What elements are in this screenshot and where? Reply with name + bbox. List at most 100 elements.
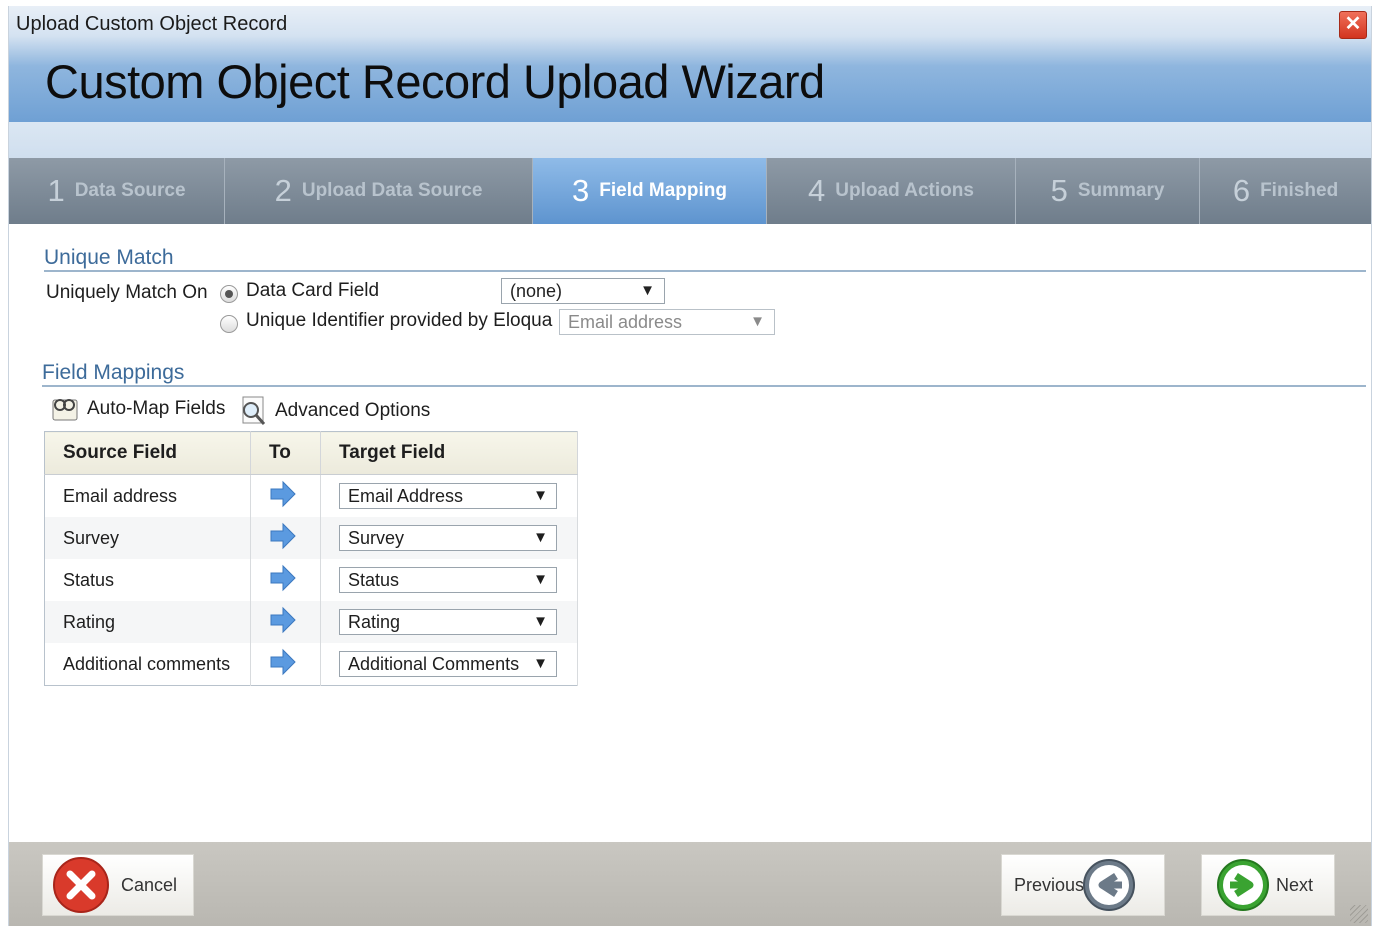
step-label: Upload Data Source bbox=[301, 180, 483, 201]
step-number: 5 bbox=[1050, 173, 1068, 208]
title-subband bbox=[9, 122, 1371, 160]
mapping-arrow-cell bbox=[250, 601, 321, 643]
target-field-cell: Status ▼ bbox=[320, 559, 578, 601]
table-row: Status Status ▼ bbox=[44, 559, 578, 601]
table-row: Email address Email Address ▼ bbox=[44, 474, 578, 517]
target-field-select[interactable]: Rating ▼ bbox=[339, 609, 557, 635]
step-label: Finished bbox=[1260, 180, 1339, 201]
target-field-cell: Email Address ▼ bbox=[320, 474, 578, 517]
column-header: To bbox=[250, 431, 321, 475]
dropdown-arrow-icon: ▼ bbox=[533, 655, 548, 672]
advanced-options-button[interactable]: Advanced Options bbox=[237, 394, 430, 428]
target-field-select[interactable]: Additional Comments ▼ bbox=[339, 651, 557, 677]
window-title: Upload Custom Object Record bbox=[16, 13, 288, 35]
target-field-select[interactable]: Email Address ▼ bbox=[339, 483, 557, 509]
mapping-arrow-cell bbox=[250, 517, 321, 559]
dropdown-arrow-icon: ▼ bbox=[533, 529, 548, 546]
uniquely-match-label: Uniquely Match On bbox=[46, 282, 208, 303]
next-label: Next bbox=[1276, 874, 1314, 895]
step-label: Data Source bbox=[74, 180, 186, 201]
data-card-field-select[interactable]: (none) ▼ bbox=[501, 278, 665, 304]
mapping-arrow-cell bbox=[250, 559, 321, 601]
step-number: 6 bbox=[1232, 173, 1251, 208]
source-field-cell: Status bbox=[44, 559, 251, 601]
resize-grip-icon[interactable] bbox=[1350, 905, 1368, 923]
wizard-window: Upload Custom Object Record ✕ Custom Obj… bbox=[8, 6, 1372, 926]
column-header: Target Field bbox=[320, 431, 578, 475]
source-field-cell: Email address bbox=[44, 474, 251, 517]
right-arrow-icon bbox=[270, 606, 296, 633]
right-arrow-icon bbox=[270, 522, 296, 549]
dropdown-arrow-icon: ▼ bbox=[750, 313, 765, 330]
table-row: Additional comments Additional Comments ▼ bbox=[44, 643, 578, 686]
unique-match-heading: Unique Match bbox=[44, 246, 174, 269]
previous-label: Previous bbox=[1014, 874, 1085, 895]
auto-map-label: Auto-Map Fields bbox=[87, 398, 226, 419]
source-field-cell: Rating bbox=[44, 601, 251, 643]
auto-map-icon bbox=[52, 399, 78, 421]
step-upload-actions: 4 Upload Actions bbox=[767, 158, 1016, 224]
right-arrow-icon bbox=[270, 648, 296, 675]
section-divider bbox=[44, 270, 1366, 272]
unique-identifier-radio[interactable] bbox=[220, 315, 238, 333]
right-arrow-icon bbox=[270, 480, 296, 507]
right-arrow-icon bbox=[270, 564, 296, 591]
back-arrow-icon bbox=[1083, 859, 1136, 911]
step-field-mapping: 3 Field Mapping bbox=[533, 158, 767, 224]
advanced-options-label: Advanced Options bbox=[275, 400, 431, 421]
table-row: Survey Survey ▼ bbox=[44, 517, 578, 559]
auto-map-fields-button[interactable]: Auto-Map Fields bbox=[49, 394, 225, 424]
next-arrow-icon bbox=[1217, 859, 1269, 911]
previous-button[interactable]: Previous bbox=[1001, 854, 1165, 916]
field-mappings-heading: Field Mappings bbox=[42, 361, 185, 384]
mapping-arrow-cell bbox=[250, 643, 321, 686]
select-value: Email address bbox=[568, 312, 683, 332]
table-header-row: Source Field To Target Field bbox=[44, 431, 578, 475]
select-value: Additional Comments bbox=[348, 654, 520, 674]
step-number: 1 bbox=[47, 173, 65, 208]
section-divider bbox=[42, 385, 1366, 387]
unique-identifier-label: Unique Identifier provided by Eloqua bbox=[246, 310, 553, 331]
target-field-select[interactable]: Status ▼ bbox=[339, 567, 557, 593]
cancel-icon bbox=[53, 857, 109, 913]
close-icon[interactable]: ✕ bbox=[1339, 11, 1367, 39]
target-field-cell: Additional Comments ▼ bbox=[320, 643, 578, 686]
title-bar: Upload Custom Object Record ✕ Custom Obj… bbox=[9, 6, 1371, 122]
target-field-cell: Rating ▼ bbox=[320, 601, 578, 643]
select-value: Status bbox=[348, 570, 400, 590]
step-data-source: 1 Data Source bbox=[9, 158, 225, 224]
step-finished: 6 Finished bbox=[1200, 158, 1371, 224]
dropdown-arrow-icon: ▼ bbox=[533, 487, 548, 504]
step-label: Summary bbox=[1077, 180, 1165, 201]
step-label: Field Mapping bbox=[599, 180, 727, 201]
source-field-cell: Additional comments bbox=[44, 643, 251, 686]
step-number: 4 bbox=[808, 173, 826, 208]
unique-identifier-select[interactable]: Email address ▼ bbox=[559, 309, 775, 335]
select-value: (none) bbox=[510, 281, 563, 301]
target-field-cell: Survey ▼ bbox=[320, 517, 578, 559]
cancel-label: Cancel bbox=[121, 874, 178, 895]
select-value: Survey bbox=[348, 528, 405, 548]
cancel-button[interactable]: Cancel bbox=[42, 854, 194, 916]
page-title: Custom Object Record Upload Wizard bbox=[45, 55, 825, 108]
data-card-field-label: Data Card Field bbox=[246, 280, 380, 301]
step-number: 3 bbox=[572, 173, 590, 208]
dropdown-arrow-icon: ▼ bbox=[533, 571, 548, 588]
select-value: Rating bbox=[348, 612, 401, 632]
next-button[interactable]: Next bbox=[1201, 854, 1335, 916]
dropdown-arrow-icon: ▼ bbox=[640, 282, 655, 299]
step-upload-data-source: 2 Upload Data Source bbox=[225, 158, 533, 224]
wizard-footer: Cancel Previous Next bbox=[9, 842, 1371, 926]
dropdown-arrow-icon: ▼ bbox=[533, 613, 548, 630]
target-field-select[interactable]: Survey ▼ bbox=[339, 525, 557, 551]
step-number: 2 bbox=[274, 173, 292, 208]
field-mapping-table: Source Field To Target Field Email addre… bbox=[44, 431, 578, 686]
column-header: Source Field bbox=[44, 431, 251, 475]
magnifier-page-icon bbox=[242, 396, 266, 425]
data-card-field-radio[interactable] bbox=[220, 285, 238, 303]
select-value: Email Address bbox=[348, 486, 464, 506]
step-label: Upload Actions bbox=[835, 180, 974, 201]
source-field-cell: Survey bbox=[44, 517, 251, 559]
table-row: Rating Rating ▼ bbox=[44, 601, 578, 643]
mapping-arrow-cell bbox=[250, 474, 321, 517]
